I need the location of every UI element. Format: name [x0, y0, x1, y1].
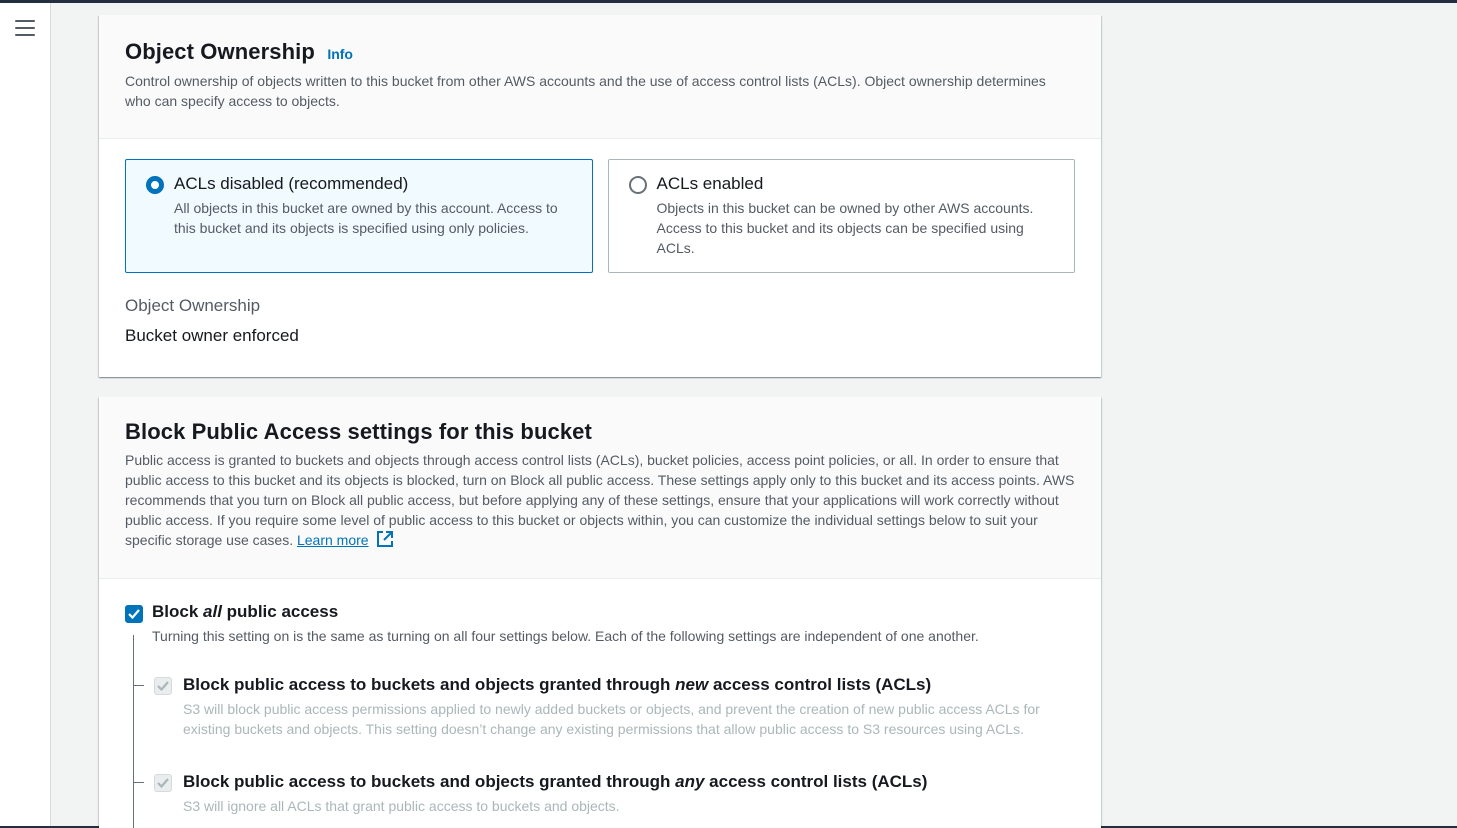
- block-new-acls-setting: Block public access to buckets and objec…: [154, 674, 1074, 739]
- learn-more-link[interactable]: Learn more: [297, 532, 369, 548]
- acls-enabled-label: ACLs enabled: [656, 174, 764, 193]
- info-link[interactable]: Info: [327, 46, 353, 62]
- acls-enabled-tile[interactable]: ACLs enabled Objects in this bucket can …: [607, 159, 1075, 273]
- external-link-icon[interactable]: [376, 530, 394, 553]
- block-public-access-title: Block Public Access settings for this bu…: [125, 419, 592, 444]
- tree-branch: [134, 685, 144, 686]
- hamburger-menu-icon[interactable]: [15, 20, 35, 36]
- block-public-access-description: Public access is granted to buckets and …: [125, 450, 1075, 553]
- block-new-acls-label: Block public access to buckets and objec…: [183, 675, 932, 694]
- block-new-acls-description: S3 will block public access permissions …: [183, 701, 1040, 737]
- ownership-options: ACLs disabled (recommended) All objects …: [99, 139, 1101, 273]
- acls-enabled-radio[interactable]: [628, 176, 647, 194]
- block-all-label: Block all public access: [152, 602, 339, 621]
- side-navigation-rail: [0, 3, 51, 826]
- block-all-checkbox[interactable]: [125, 605, 143, 623]
- block-any-acls-label: Block public access to buckets and objec…: [183, 772, 928, 791]
- acls-disabled-description: All objects in this bucket are owned by …: [174, 200, 558, 236]
- object-ownership-description: Control ownership of objects written to …: [125, 73, 1046, 109]
- acls-enabled-description: Objects in this bucket can be owned by o…: [656, 200, 1034, 256]
- block-all-public-access: Block all public access Turning this set…: [99, 579, 1101, 646]
- block-public-access-panel: Block Public Access settings for this bu…: [99, 397, 1101, 828]
- acls-disabled-label: ACLs disabled (recommended): [174, 174, 409, 193]
- block-any-acls-checkbox[interactable]: [154, 774, 172, 792]
- block-public-access-header: Block Public Access settings for this bu…: [99, 397, 1101, 579]
- object-ownership-field-label: Object Ownership: [125, 296, 261, 315]
- acls-disabled-tile[interactable]: ACLs disabled (recommended) All objects …: [125, 159, 593, 273]
- settings-tree-line: [133, 635, 134, 828]
- object-ownership-header: Object Ownership Info Control ownership …: [99, 15, 1101, 139]
- object-ownership-field-value: Bucket owner enforced: [125, 326, 299, 345]
- block-any-acls-description: S3 will ignore all ACLs that grant publi…: [183, 798, 620, 814]
- block-new-acls-checkbox[interactable]: [154, 677, 172, 695]
- object-ownership-title: Object Ownership: [125, 39, 315, 64]
- block-public-access-description-text: Public access is granted to buckets and …: [125, 452, 1075, 548]
- tree-branch: [134, 782, 144, 783]
- block-all-description: Turning this setting on is the same as t…: [152, 628, 979, 644]
- object-ownership-field: Object Ownership Bucket owner enforced: [99, 273, 1101, 347]
- block-any-acls-setting: Block public access to buckets and objec…: [154, 771, 1074, 816]
- acls-disabled-radio[interactable]: [146, 176, 164, 194]
- object-ownership-panel: Object Ownership Info Control ownership …: [99, 15, 1101, 377]
